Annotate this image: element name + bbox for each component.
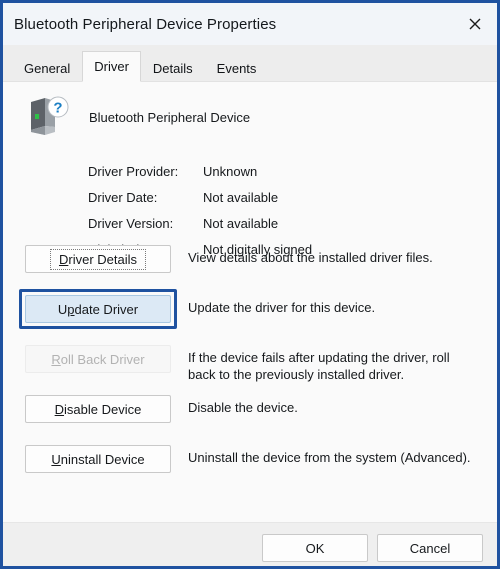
dialog-footer: OK Cancel — [3, 522, 497, 566]
tab-strip: General Driver Details Events — [3, 45, 497, 82]
uninstall-device-button[interactable]: Uninstall Device — [25, 445, 171, 473]
uninstall-device-description: Uninstall the device from the system (Ad… — [188, 450, 471, 465]
cancel-button[interactable]: Cancel — [377, 534, 483, 562]
info-label: Driver Date: — [88, 190, 158, 205]
driver-actions: Driver Details View details about the in… — [3, 245, 497, 495]
disable-device-button[interactable]: Disable Device — [25, 395, 171, 423]
driver-tab-panel: ? Bluetooth Peripheral Device Driver Pro… — [3, 81, 497, 522]
footer-button-group: OK Cancel — [262, 534, 483, 562]
driver-details-slot: Driver Details — [25, 245, 171, 273]
tab-general[interactable]: General — [12, 55, 82, 82]
info-row: Driver Provider: Unknown — [88, 164, 312, 190]
info-label: Driver Version: — [88, 216, 174, 231]
update-driver-label: Update Driver — [57, 301, 139, 317]
roll-back-driver-description: If the device fails after updating the d… — [188, 350, 450, 382]
info-row: Driver Date: Not available — [88, 190, 312, 216]
driver-details-label: Driver Details — [49, 248, 146, 270]
unknown-device-icon: ? — [31, 96, 69, 135]
accel-key: D — [58, 251, 69, 267]
action-row-uninstall-device: Uninstall Device Uninstall the device fr… — [3, 445, 497, 495]
ok-button[interactable]: OK — [262, 534, 368, 562]
svg-text:?: ? — [53, 100, 62, 117]
close-icon[interactable] — [452, 3, 497, 45]
accel-key: p — [67, 301, 75, 317]
action-row-roll-back-driver: Roll Back Driver If the device fails aft… — [3, 345, 497, 395]
driver-details-button[interactable]: Driver Details — [25, 245, 171, 273]
action-row-disable-device: Disable Device Disable the device. — [3, 395, 497, 445]
info-row: Driver Version: Not available — [88, 216, 312, 242]
uninstall-device-slot: Uninstall Device — [25, 445, 171, 473]
info-value: Not available — [203, 216, 279, 231]
info-value: Not available — [203, 190, 279, 205]
accel-key: D — [54, 401, 65, 417]
update-driver-description: Update the driver for this device. — [188, 300, 376, 315]
roll-back-driver-slot: Roll Back Driver — [25, 345, 171, 373]
action-row-driver-details: Driver Details View details about the in… — [3, 245, 497, 295]
title-bar: Bluetooth Peripheral Device Properties — [3, 3, 497, 45]
window-title: Bluetooth Peripheral Device Properties — [14, 15, 277, 33]
device-header: ? Bluetooth Peripheral Device — [25, 96, 250, 138]
disable-device-label: Disable Device — [54, 401, 142, 417]
driver-details-description: View details about the installed driver … — [188, 250, 433, 265]
tab-driver[interactable]: Driver — [82, 51, 141, 82]
info-label: Driver Provider: — [88, 164, 179, 179]
roll-back-driver-label: Roll Back Driver — [51, 351, 145, 367]
update-driver-button[interactable]: Update Driver — [25, 295, 171, 323]
device-name: Bluetooth Peripheral Device — [89, 109, 251, 125]
disable-device-description: Disable the device. — [188, 400, 298, 415]
properties-dialog: Bluetooth Peripheral Device Properties G… — [0, 0, 500, 569]
tab-events[interactable]: Events — [205, 55, 269, 82]
roll-back-driver-button: Roll Back Driver — [25, 345, 171, 373]
disable-device-slot: Disable Device — [25, 395, 171, 423]
uninstall-device-label: Uninstall Device — [51, 451, 145, 467]
accel-key: U — [51, 451, 61, 467]
update-driver-focus-ring: Update Driver — [19, 289, 177, 329]
action-row-update-driver: Update Driver Update the driver for this… — [3, 289, 497, 345]
tab-details[interactable]: Details — [141, 55, 205, 82]
info-value: Unknown — [203, 164, 258, 179]
accel-key: R — [51, 351, 61, 367]
